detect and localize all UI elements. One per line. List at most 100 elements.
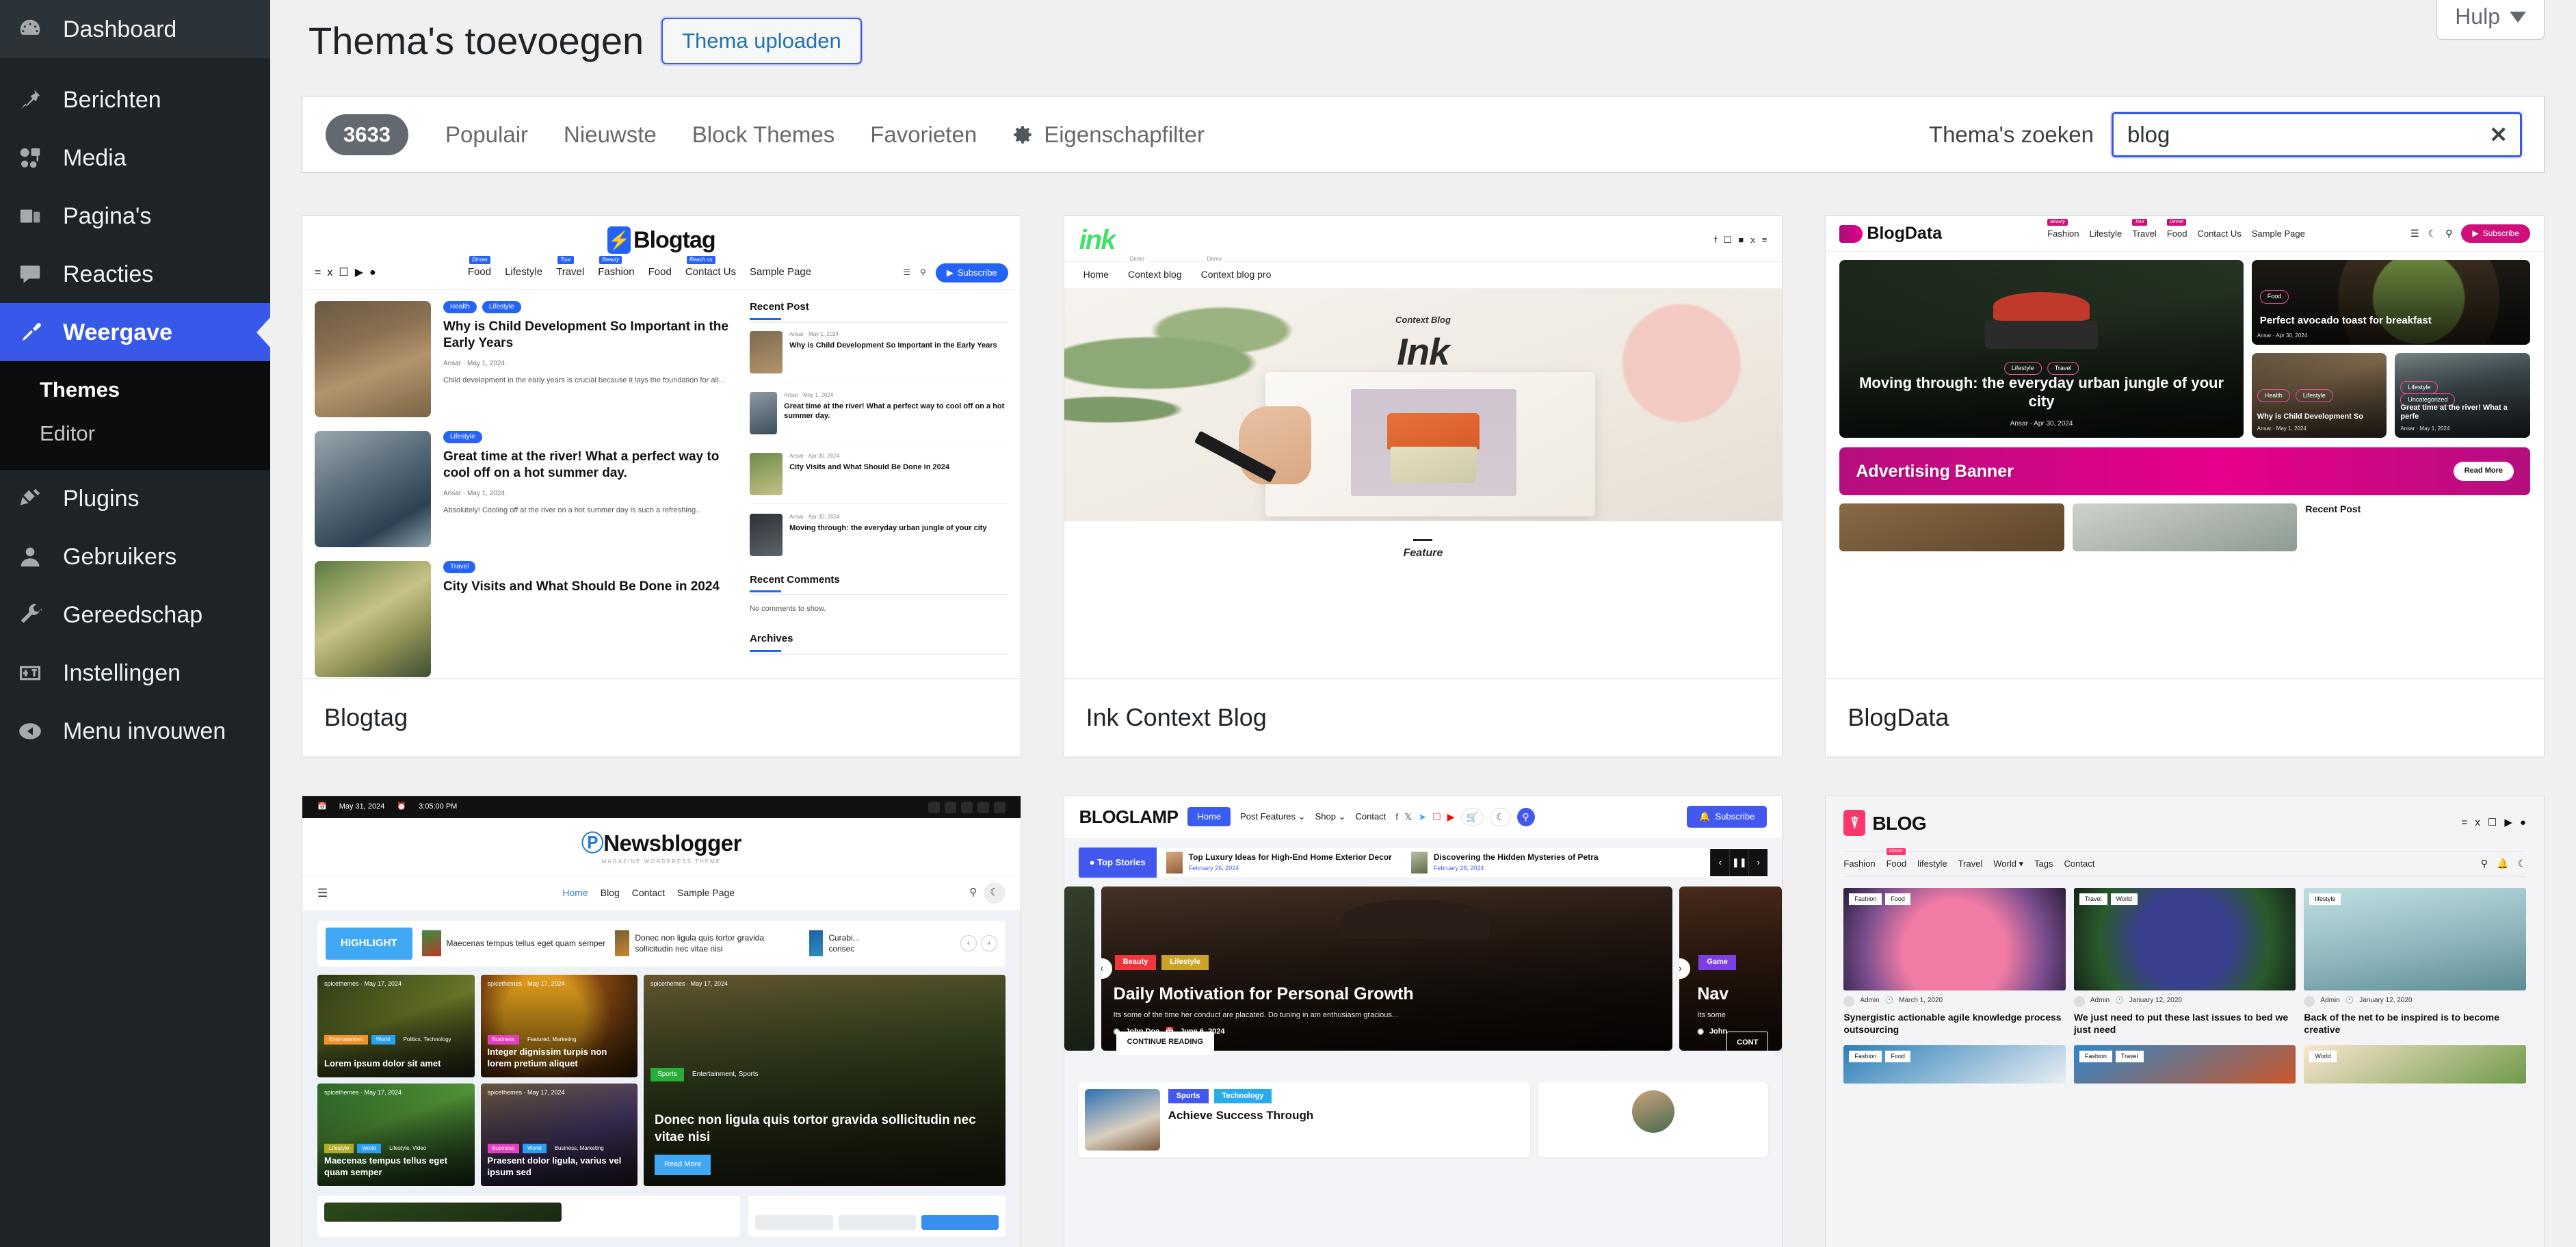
post-title[interactable]: Great time at the river! What a perfect … [443,449,736,482]
category-pill[interactable]: Travel [443,560,476,574]
menu-item[interactable]: World ▾ [1993,858,2023,869]
tag[interactable]: World [2309,1050,2337,1063]
instagram-icon[interactable]: ☐ [1432,811,1441,824]
pause-icon[interactable]: ❚❚ [1729,848,1748,876]
tag[interactable]: Lifestyle [1161,955,1209,970]
highlight-item[interactable]: Curabi... consec [809,930,871,957]
category-pill[interactable]: Lifestyle [443,430,482,444]
menu-item[interactable]: Contact [2064,858,2095,869]
tag[interactable]: lifestyle [2309,893,2341,905]
sidebar-item-weergave[interactable]: Weergave [0,303,270,361]
tag[interactable]: Lifestyle [2003,362,2042,376]
sidebar-item-media[interactable]: Media [0,129,270,187]
menu-item[interactable]: Reach us Contact Us [685,256,736,279]
tag[interactable]: World [371,1034,395,1045]
hero-title[interactable]: Moving through: the everyday urban jungl… [1850,374,2232,410]
hamburger-icon[interactable]: ☰ [2410,228,2419,240]
card-title[interactable]: Lorem ipsum dolor sit amet [324,1058,468,1069]
menu-item[interactable]: Tags [2034,858,2053,869]
youtube-icon[interactable] [993,801,1006,813]
tag[interactable]: World [2110,893,2138,905]
bloglamp-next-slide[interactable]: › Game Nav Its some ◉ John [1679,886,1783,1051]
sidebar-item-gebruikers[interactable]: Gebruikers [0,528,270,586]
menu-item[interactable]: Tour Travel [556,256,584,279]
theme-card-newsblogger[interactable]: 📅 May 31, 2024 ⏰ 3:05:00 PM ⓅNewsblogger… [302,796,1021,1247]
sidebar-item-berichten[interactable]: Berichten [0,70,270,129]
menu-item[interactable]: Beauty Fashion [2047,218,2079,239]
post-title[interactable]: Why is Child Development So Important in… [443,319,736,352]
pinterest-icon[interactable] [977,801,989,813]
menu-item[interactable]: Food [648,266,672,279]
menu-item[interactable]: Contact Us [2197,228,2241,239]
x-icon[interactable]: 𝕏 [1404,811,1412,824]
card-title[interactable]: Donec non ligula quis tortor gravida sol… [655,1112,995,1146]
menu-item[interactable]: Beauty Fashion [598,256,635,279]
menu-item[interactable]: Tour Travel [2132,218,2157,239]
theme-card-za-blog[interactable]: ⍒ BLOG = x ☐ ▶ ● Fashion Dinner Food lif… [1825,796,2545,1247]
menu-item[interactable]: Contact [632,887,665,900]
tag[interactable]: Travel [2079,893,2107,905]
menu-item[interactable]: Fashion [1843,858,1875,869]
tag[interactable]: Travel [2047,362,2079,376]
blogdata-small-card[interactable]: Lifestyle Uncategorized Great time at th… [2395,353,2530,438]
tag[interactable]: Food [1885,1050,1910,1063]
x-icon[interactable]: x [2475,817,2480,830]
card-title[interactable]: Maecenas tempus tellus eget quam semper [324,1155,468,1178]
menu-item[interactable]: Lifestyle [2089,228,2122,239]
filter-link-populair[interactable]: Populair [428,115,546,155]
facebook-icon[interactable] [928,801,940,813]
menu-item[interactable]: Context blog pro [1201,269,1272,281]
zablog-post[interactable]: lifestyle Admin 🕑 January 12, 2020 Back [2304,887,2526,1036]
filter-link-block-themes[interactable]: Block Themes [674,115,852,155]
zablog-post[interactable]: Travel World Admin 🕑 January 12, 2020 We… [2073,887,2296,1036]
next-arrow-icon[interactable]: › [1748,848,1767,876]
post-title[interactable]: Back of the net to be inspired is to bec… [2304,1011,2526,1036]
tag[interactable]: Business [487,1143,519,1153]
menu-item[interactable]: Sample Page [750,266,811,279]
recent-post-item[interactable]: Ansar · Apr 30, 2024 Moving through: the … [750,513,1008,564]
menu-item[interactable]: Context blog [1128,269,1182,281]
newsblogger-card[interactable]: spicethemes · May 17, 2024 Business Worl… [480,1083,638,1186]
tag[interactable]: Food [2259,290,2289,304]
menu-item[interactable]: Contact [1355,811,1386,822]
bell-icon[interactable]: 🔔 [2497,858,2508,870]
zablog-post[interactable]: Fashion Food Admin 🕑 March 1, 2020 Syner… [1843,887,2066,1036]
tag[interactable]: Game [1698,955,1736,970]
instagram-icon[interactable]: ☐ [2488,817,2497,830]
youtube-icon[interactable]: ▶ [1447,811,1455,824]
newsblogger-big-card[interactable]: spicethemes · May 17, 2024 Sports Entert… [644,974,1006,1186]
tag[interactable]: World [522,1143,547,1153]
card-title[interactable]: Perfect avocado toast for breakfast [2260,315,2522,327]
menu-item[interactable]: Home [1083,269,1109,281]
post-image[interactable]: World [2304,1045,2526,1084]
feature-filter-button[interactable]: Eigenschapfilter [995,115,1221,155]
slide-title[interactable]: Nav [1697,984,1770,1004]
subscribe-button[interactable]: ▶ Subscribe [935,263,1008,283]
submenu-item-themes[interactable]: Themes [0,368,270,412]
category-pill[interactable]: Health [443,300,477,314]
menu-item[interactable]: Dinner Food [1886,848,1906,869]
tag[interactable]: Food [1885,893,1910,905]
tag[interactable]: World [357,1143,382,1153]
bloglamp-hero-slide[interactable]: ‹ Beauty Lifestyle Daily Motivation for … [1101,886,1673,1051]
card-title[interactable]: Great time at the river! What a perfe [2400,404,2525,421]
menu-item[interactable]: Post Features ⌄ [1240,811,1305,822]
theme-card-blogtag[interactable]: ⚡ Blogtag = x ☐ ▶ ● Dinner Food Lifestyl… [302,215,1021,757]
tag[interactable]: Lifestyle [2400,381,2439,395]
menu-item[interactable]: Shop ⌄ [1315,811,1346,822]
post-image[interactable]: Fashion Travel [2073,1045,2296,1084]
tag[interactable]: Fashion [1849,1050,1882,1063]
recent-post-item[interactable]: Ansar · May 1, 2024 Great time at the riv… [750,391,1008,443]
post-title[interactable]: Synergistic actionable agile knowledge p… [1843,1011,2066,1036]
youtube-icon[interactable]: ▶ [2504,817,2512,830]
clear-search-icon[interactable]: ✕ [2489,124,2508,146]
tag[interactable]: Lifestyle [324,1143,354,1153]
tag[interactable]: Beauty [1114,955,1157,970]
subscribe-button[interactable]: 🔔 Subscribe [1687,806,1767,828]
ticker-item[interactable]: Top Luxury Ideas for High-End Home Exter… [1157,848,1402,878]
facebook-icon[interactable]: = [2462,817,2468,830]
search-icon[interactable]: ⚲ [969,887,977,900]
moon-icon[interactable]: ☾ [2517,858,2526,870]
x-icon[interactable] [944,801,956,813]
hamburger-icon[interactable]: ☰ [317,886,328,900]
